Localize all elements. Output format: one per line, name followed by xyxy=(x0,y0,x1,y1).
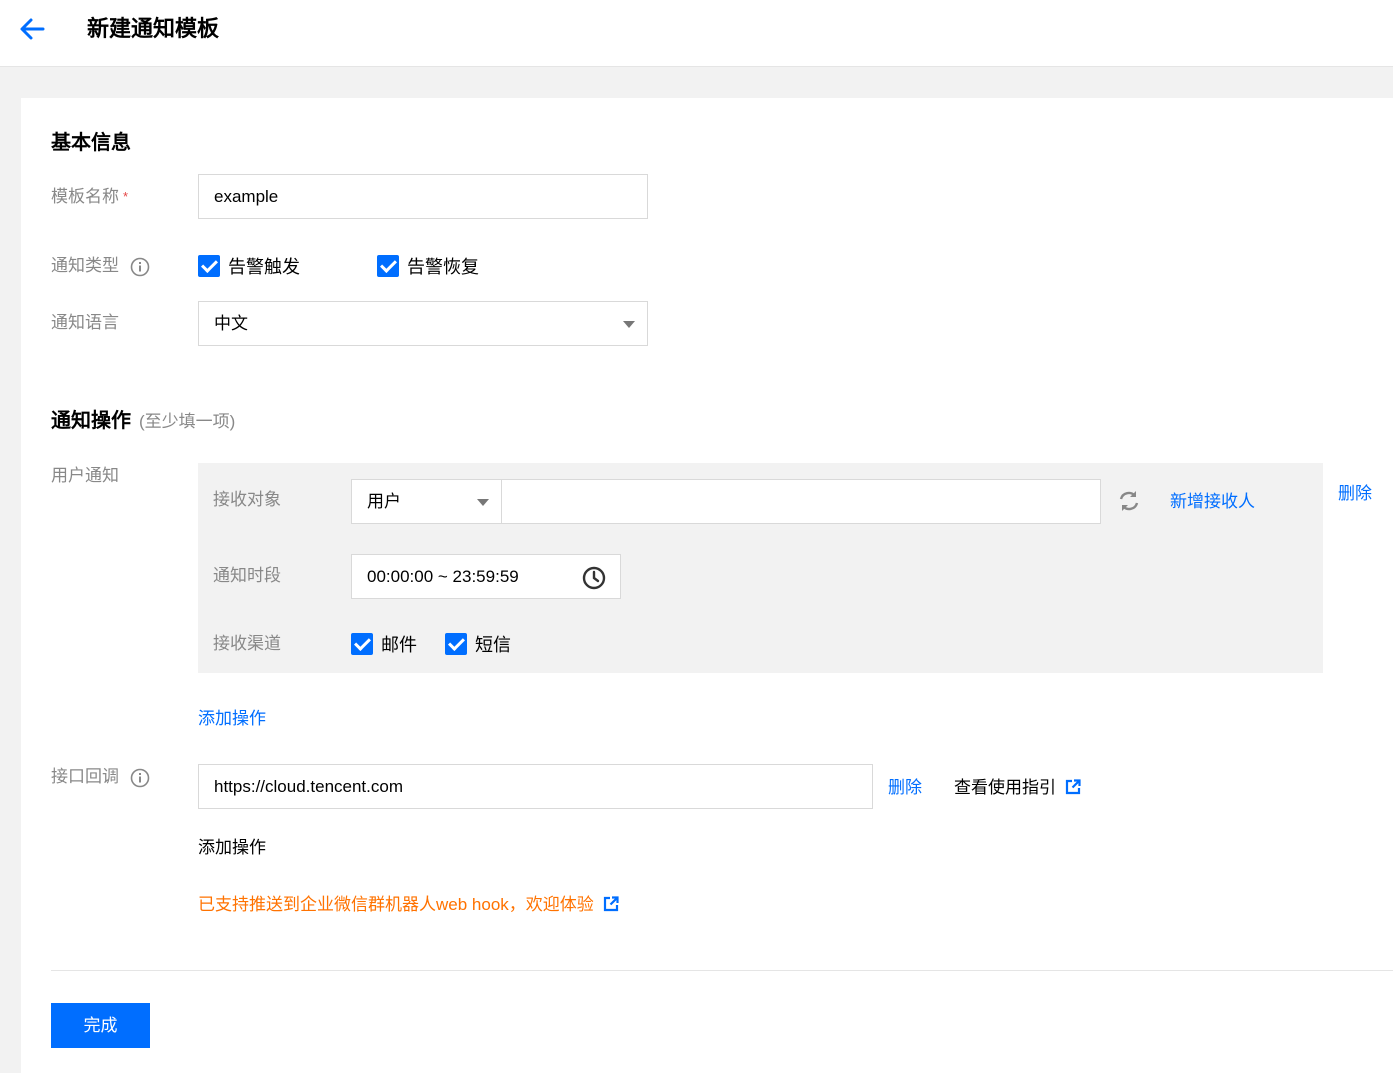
info-icon[interactable] xyxy=(130,768,150,788)
wecom-webhook-notice[interactable]: 已支持推送到企业微信群机器人web hook，欢迎体验 xyxy=(198,890,619,915)
template-name-label-text: 模板名称 xyxy=(51,187,119,206)
notify-type-label-text: 通知类型 xyxy=(51,256,119,275)
form-card: 基本信息 模板名称 * example 通知类型 告警触发 告警恢复 通知语言 中… xyxy=(21,98,1393,1073)
receiver-type-value: 用户 xyxy=(367,492,401,511)
usage-guide-text: 查看使用指引 xyxy=(954,778,1056,797)
add-action-link[interactable]: 添加操作 xyxy=(198,704,266,729)
period-value: 00:00:00 ~ 23:59:59 xyxy=(367,567,519,586)
delete-user-notify-link[interactable]: 删除 xyxy=(1338,479,1372,504)
caret-down-icon xyxy=(623,321,635,328)
basic-info-title: 基本信息 xyxy=(51,132,131,154)
template-name-label: 模板名称 * xyxy=(51,184,128,210)
callback-url-input[interactable]: https://cloud.tencent.com xyxy=(198,764,873,809)
period-picker[interactable]: 00:00:00 ~ 23:59:59 xyxy=(351,554,621,599)
add-receiver-link[interactable]: 新增接收人 xyxy=(1170,487,1255,512)
footer-divider xyxy=(51,970,1393,971)
checkbox-label: 邮件 xyxy=(381,635,417,655)
checkbox-checked-icon[interactable] xyxy=(351,633,373,655)
external-link-icon xyxy=(603,896,619,912)
checkbox-checked-icon[interactable] xyxy=(198,255,220,277)
callback-label-text: 接口回调 xyxy=(51,767,119,786)
template-name-input[interactable]: example xyxy=(198,174,648,219)
usage-guide-link[interactable]: 查看使用指引 xyxy=(954,773,1081,798)
checkbox-email[interactable]: 邮件 xyxy=(351,631,417,657)
delete-callback-link[interactable]: 删除 xyxy=(888,773,922,798)
notify-lang-label: 通知语言 xyxy=(51,313,119,332)
receiver-input[interactable] xyxy=(501,479,1101,524)
checkbox-checked-icon[interactable] xyxy=(445,633,467,655)
caret-down-icon xyxy=(477,499,489,506)
checkbox-sms[interactable]: 短信 xyxy=(445,631,511,657)
notify-lang-select[interactable]: 中文 xyxy=(198,301,648,346)
page-title: 新建通知模板 xyxy=(87,16,220,41)
checkbox-label: 短信 xyxy=(475,635,511,655)
user-notify-panel: 接收对象 用户 新增接收人 通知时段 00:00:00 ~ 23:59:59 接… xyxy=(198,463,1323,673)
callback-add-action[interactable]: 添加操作 xyxy=(198,833,266,858)
required-mark: * xyxy=(123,189,129,204)
checkbox-alarm-trigger[interactable]: 告警触发 xyxy=(198,253,300,279)
checkbox-label: 告警触发 xyxy=(228,257,300,277)
receiver-type-select[interactable]: 用户 xyxy=(351,479,502,524)
channel-label: 接收渠道 xyxy=(213,634,281,653)
submit-button[interactable]: 完成 xyxy=(51,1003,150,1048)
top-bar: 新建通知模板 xyxy=(0,0,1393,67)
arrow-left-icon[interactable] xyxy=(18,16,46,42)
user-notify-label: 用户通知 xyxy=(51,466,119,485)
checkbox-alarm-recover[interactable]: 告警恢复 xyxy=(377,253,479,279)
notify-actions-title: 通知操作 (至少填一项) xyxy=(51,406,235,437)
callback-label: 接口回调 xyxy=(51,764,150,790)
notice-text: 已支持推送到企业微信群机器人web hook，欢迎体验 xyxy=(198,895,594,914)
receiver-label: 接收对象 xyxy=(213,490,281,509)
info-icon[interactable] xyxy=(130,257,150,277)
checkbox-label: 告警恢复 xyxy=(407,257,479,277)
external-link-icon xyxy=(1065,779,1081,795)
clock-icon xyxy=(582,566,606,590)
notify-lang-value: 中文 xyxy=(214,314,248,333)
period-label: 通知时段 xyxy=(213,566,281,585)
notify-type-label: 通知类型 xyxy=(51,253,150,279)
notify-actions-sub: (至少填一项) xyxy=(139,412,236,431)
refresh-icon[interactable] xyxy=(1116,489,1142,513)
checkbox-checked-icon[interactable] xyxy=(377,255,399,277)
notify-actions-title-text: 通知操作 xyxy=(51,410,131,432)
